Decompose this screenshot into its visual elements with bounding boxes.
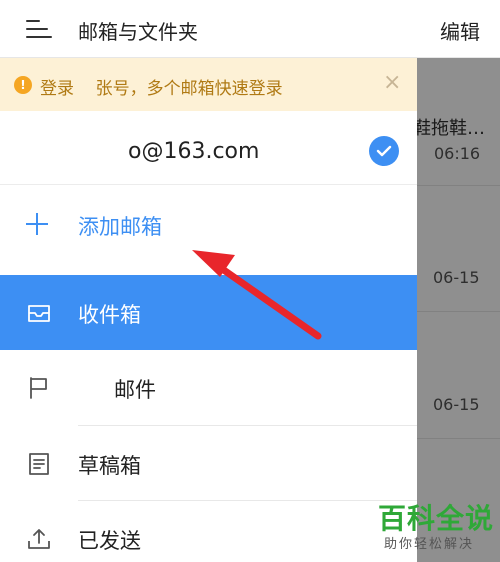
mail-subject: 鞋拖鞋… [417, 118, 485, 139]
menu-icon[interactable] [26, 17, 54, 41]
inbox-icon [26, 300, 52, 326]
account-email: o@163.com [128, 139, 260, 164]
banner-text: 登录 张号，多个邮箱快速登录 [40, 79, 283, 99]
nav-item-label: 已发送 [78, 529, 141, 553]
flag-icon [26, 375, 52, 401]
nav-item-label: 收件箱 [78, 303, 141, 327]
list-divider [417, 438, 500, 439]
add-mailbox-button[interactable]: 添加邮箱 [0, 186, 417, 274]
nav-item-flagged[interactable]: 邮件 [0, 350, 417, 425]
draft-icon [26, 451, 52, 477]
list-divider [417, 311, 500, 312]
page-title: 邮箱与文件夹 [78, 20, 198, 44]
check-icon [369, 136, 399, 166]
mail-list-overlay[interactable]: 鞋拖鞋… 06:16 06-15 06-15 [417, 58, 500, 562]
upload-icon [26, 526, 52, 552]
plus-icon [26, 213, 48, 235]
nav-item-label: 草稿箱 [78, 454, 141, 478]
mail-time: 06:16 [434, 144, 481, 163]
mail-time: 06-15 [433, 395, 480, 414]
mailbox-drawer: o@163.com 添加邮箱 收件箱 邮件 草稿箱 已发送 [0, 111, 417, 562]
close-icon[interactable]: × [383, 70, 401, 95]
nav-item-drafts[interactable]: 草稿箱 [0, 426, 417, 501]
info-icon: ! [14, 76, 32, 94]
add-mailbox-label: 添加邮箱 [78, 215, 162, 239]
top-header: 邮箱与文件夹 编辑 [0, 0, 500, 58]
nav-item-sent[interactable]: 已发送 [0, 501, 417, 562]
login-banner[interactable]: ! 登录 张号，多个邮箱快速登录 × [0, 58, 417, 111]
watermark-logo: 百科全说 助你轻松解决 [368, 497, 494, 557]
watermark-subtitle: 助你轻松解决 [384, 537, 475, 552]
account-row[interactable]: o@163.com [0, 111, 417, 185]
list-divider [417, 185, 500, 186]
mail-time: 06-15 [433, 268, 480, 287]
edit-button[interactable]: 编辑 [440, 16, 480, 45]
nav-item-label: 邮件 [114, 378, 156, 402]
nav-item-inbox[interactable]: 收件箱 [0, 275, 417, 350]
watermark-title: 百科全说 [378, 502, 495, 535]
